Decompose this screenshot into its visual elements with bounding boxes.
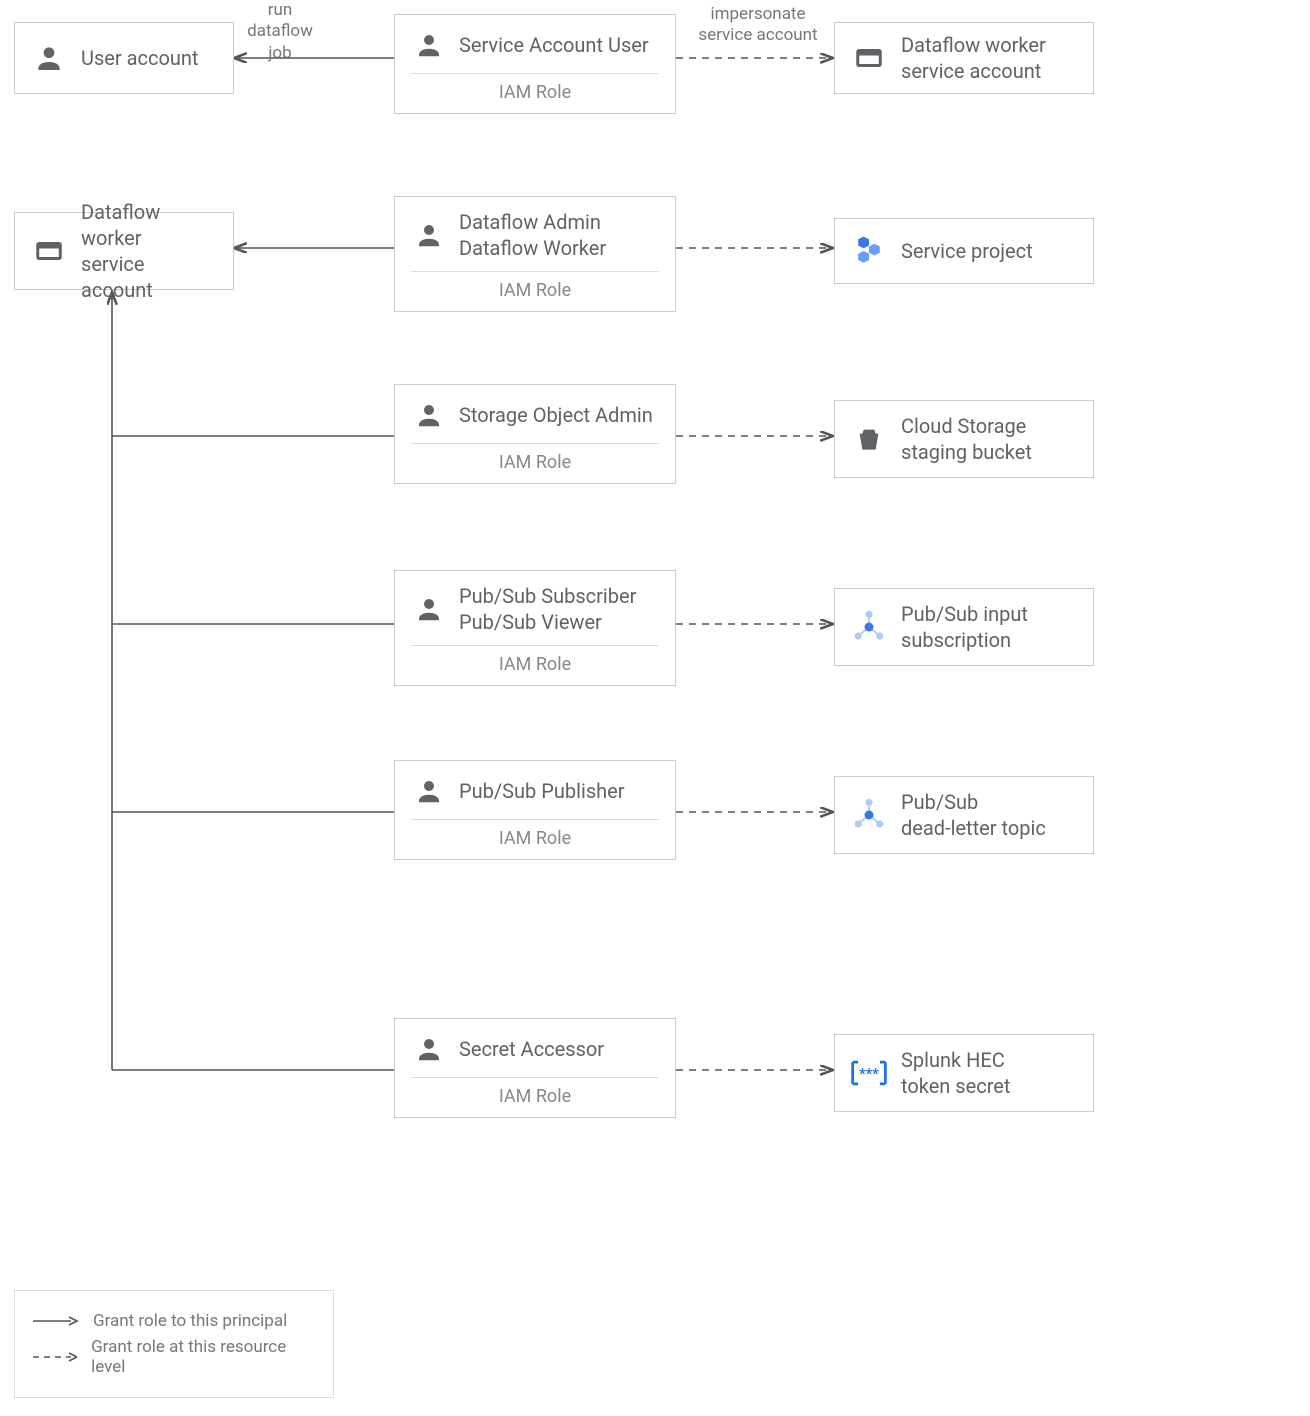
project-hex-icon: [849, 231, 889, 271]
edge-label-impersonate: impersonateservice account: [688, 4, 828, 47]
node-label: Splunk HECtoken secret: [901, 1047, 1010, 1099]
node-pubsub-input-sub: Pub/Sub inputsubscription: [834, 588, 1094, 666]
role-title: Dataflow AdminDataflow Worker: [459, 209, 606, 261]
role-storage-object-admin: Storage Object Admin IAM Role: [394, 384, 676, 484]
pubsub-icon: [849, 795, 889, 835]
node-cloud-storage-bucket: Cloud Storagestaging bucket: [834, 400, 1094, 478]
node-label: Pub/Sub inputsubscription: [901, 601, 1028, 653]
secret-icon: ***: [849, 1053, 889, 1093]
role-subtitle: IAM Role: [411, 1086, 659, 1107]
node-label: Pub/Subdead-letter topic: [901, 789, 1046, 841]
pubsub-icon: [849, 607, 889, 647]
node-dataflow-worker-sa-top: Dataflow workerservice account: [834, 22, 1094, 94]
person-icon: [411, 397, 447, 433]
node-label: Cloud Storagestaging bucket: [901, 413, 1032, 465]
role-title: Secret Accessor: [459, 1036, 604, 1062]
role-subtitle: IAM Role: [411, 280, 659, 301]
legend-row-solid: Grant role to this principal: [33, 1311, 315, 1331]
role-pubsub-publisher: Pub/Sub Publisher IAM Role: [394, 760, 676, 860]
node-pubsub-dl-topic: Pub/Subdead-letter topic: [834, 776, 1094, 854]
node-label: User account: [81, 45, 198, 71]
legend: Grant role to this principal Grant role …: [14, 1290, 334, 1398]
service-account-icon: [849, 38, 889, 78]
role-dataflow-admin-worker: Dataflow AdminDataflow Worker IAM Role: [394, 196, 676, 312]
role-secret-accessor: Secret Accessor IAM Role: [394, 1018, 676, 1118]
legend-label: Grant role at this resource level: [91, 1337, 315, 1377]
node-user-account: User account: [14, 22, 234, 94]
person-icon: [29, 38, 69, 78]
role-title: Storage Object Admin: [459, 402, 653, 428]
person-icon: [411, 217, 447, 253]
person-icon: [411, 27, 447, 63]
node-splunk-secret: *** Splunk HECtoken secret: [834, 1034, 1094, 1112]
role-subtitle: IAM Role: [411, 828, 659, 849]
node-dataflow-worker-sa-left: Dataflow workerservice account: [14, 212, 234, 290]
role-title: Pub/Sub SubscriberPub/Sub Viewer: [459, 583, 636, 635]
node-label: Dataflow workerservice account: [901, 32, 1046, 84]
role-pubsub-subscriber-viewer: Pub/Sub SubscriberPub/Sub Viewer IAM Rol…: [394, 570, 676, 686]
role-title: Service Account User: [459, 32, 649, 58]
role-subtitle: IAM Role: [411, 452, 659, 473]
edge-label-run-job: rundataflowjob: [240, 0, 320, 64]
node-label: Service project: [901, 238, 1033, 264]
bucket-icon: [849, 419, 889, 459]
svg-text:***: ***: [859, 1065, 879, 1082]
legend-row-dashed: Grant role at this resource level: [33, 1337, 315, 1377]
legend-label: Grant role to this principal: [93, 1311, 287, 1331]
person-icon: [411, 1031, 447, 1067]
role-title: Pub/Sub Publisher: [459, 778, 625, 804]
person-icon: [411, 591, 447, 627]
role-service-account-user: Service Account User IAM Role: [394, 14, 676, 114]
role-subtitle: IAM Role: [411, 82, 659, 103]
node-label: Dataflow workerservice account: [81, 199, 219, 303]
person-icon: [411, 773, 447, 809]
service-account-icon: [29, 231, 69, 271]
node-service-project: Service project: [834, 218, 1094, 284]
role-subtitle: IAM Role: [411, 654, 659, 675]
